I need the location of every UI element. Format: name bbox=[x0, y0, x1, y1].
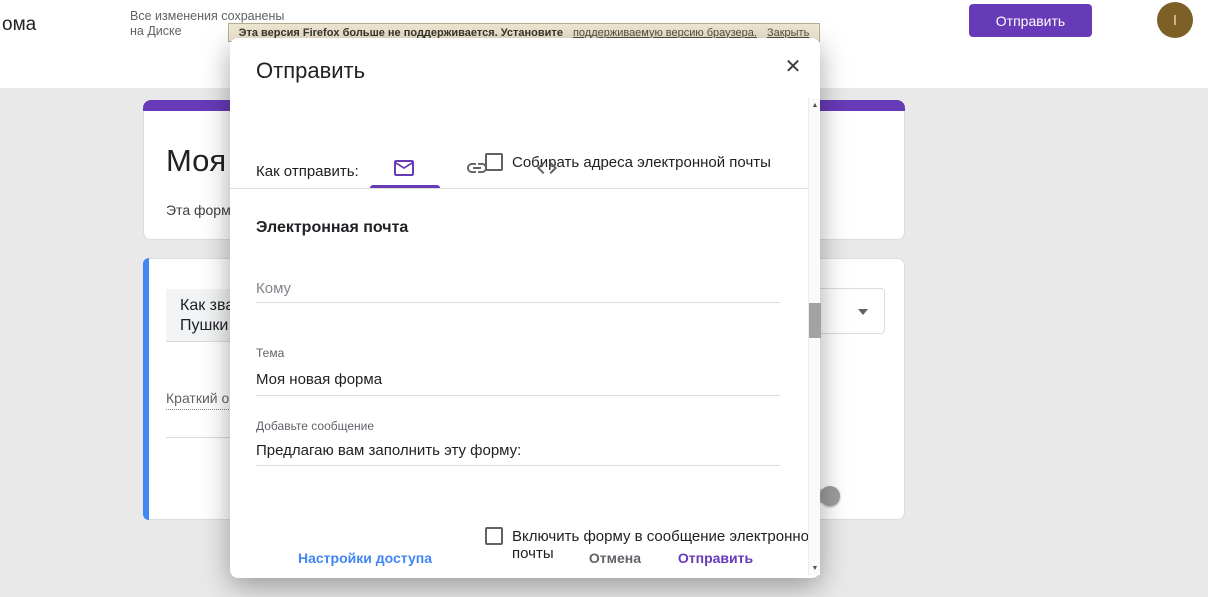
access-settings-link[interactable]: Настройки доступа bbox=[290, 543, 440, 573]
banner-update-link[interactable]: поддерживаемую версию браузера. bbox=[573, 27, 757, 39]
autosave-line1: Все изменения сохранены bbox=[130, 9, 284, 24]
tabs-divider bbox=[230, 188, 808, 189]
banner-message: Эта версия Firefox больше не поддерживае… bbox=[239, 27, 563, 39]
dialog-send-button[interactable]: Отправить bbox=[668, 543, 763, 573]
form-title-text[interactable]: Моя bbox=[166, 143, 226, 179]
selected-question-indicator bbox=[143, 258, 149, 520]
send-button[interactable]: Отправить bbox=[969, 4, 1092, 37]
dialog-title: Отправить bbox=[256, 58, 365, 84]
email-section-heading: Электронная почта bbox=[256, 219, 408, 237]
message-label: Добавьте сообщение bbox=[256, 419, 374, 433]
answer-type-preview: Краткий о bbox=[166, 390, 229, 410]
tab-send-embed[interactable] bbox=[535, 156, 559, 180]
scrollbar-down-arrow[interactable]: ▼ bbox=[809, 561, 821, 575]
link-icon bbox=[465, 156, 489, 180]
how-to-send-label: Как отправить: bbox=[256, 163, 359, 180]
subject-field-underline bbox=[256, 395, 780, 396]
subject-field[interactable]: Моя новая форма bbox=[256, 371, 382, 388]
form-description-text[interactable]: Эта форм bbox=[166, 202, 231, 218]
form-title: ома bbox=[2, 14, 36, 36]
to-field[interactable]: Кому bbox=[256, 280, 291, 297]
cancel-button[interactable]: Отмена bbox=[575, 543, 655, 573]
send-dialog: Отправить ✕ Собирать адреса электронной … bbox=[230, 38, 820, 578]
avatar[interactable]: I bbox=[1157, 2, 1193, 38]
message-field-underline bbox=[256, 465, 780, 466]
close-icon[interactable]: ✕ bbox=[779, 52, 807, 80]
embed-code-icon bbox=[535, 156, 559, 180]
to-field-underline bbox=[256, 302, 780, 303]
include-form-label: Включить форму в сообщение электронной п… bbox=[512, 528, 820, 562]
message-field[interactable]: Предлагаю вам заполнить эту форму: bbox=[256, 442, 521, 459]
tab-send-email[interactable] bbox=[392, 156, 416, 180]
scrollbar-thumb[interactable] bbox=[809, 303, 821, 338]
dialog-scrollbar: ▲ ▼ bbox=[808, 98, 820, 575]
mail-icon bbox=[392, 156, 416, 180]
scrollbar-up-arrow[interactable]: ▲ bbox=[809, 98, 821, 112]
toggle-knob bbox=[820, 486, 840, 506]
include-form-checkbox[interactable] bbox=[485, 527, 503, 545]
chevron-down-icon bbox=[858, 309, 868, 315]
banner-close-link[interactable]: Закрыть bbox=[767, 27, 809, 39]
subject-label: Тема bbox=[256, 346, 284, 360]
tab-send-link[interactable] bbox=[465, 156, 489, 180]
